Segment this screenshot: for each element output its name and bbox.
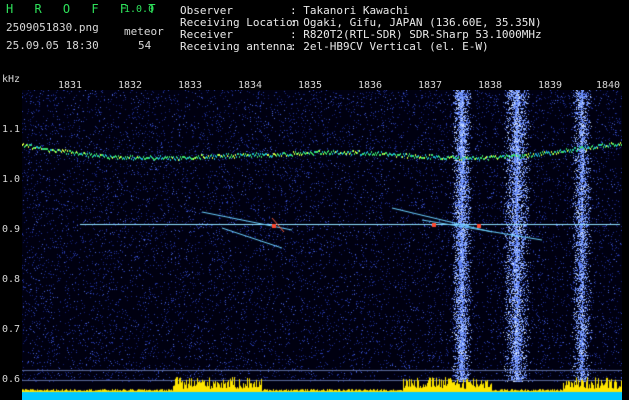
y-tick-label: 0.9 [2, 224, 21, 235]
app-version: 1.0.0 [124, 4, 155, 15]
y-tick-label: 0.6 [2, 374, 21, 385]
info-value-antenna: : 2el-HB9CV Vertical (el. E-W) [290, 40, 489, 53]
y-tick-label: 1.1 [2, 124, 21, 135]
meteor-label: meteor [124, 25, 164, 38]
spectrogram [22, 90, 622, 400]
y-tick-label: 1.0 [2, 174, 21, 185]
date-time: 25.09.05 18:30 [6, 39, 99, 52]
meteor-count: 54 [138, 39, 152, 52]
header: H R O F F T 1.0.0 2509051830.png meteor … [0, 0, 629, 72]
file-name: 2509051830.png [6, 21, 99, 34]
y-axis: kHz 1.1 1.0 0.9 0.8 0.7 0.6 [0, 72, 22, 400]
time-axis: 1831 1832 1833 1834 1835 1836 1837 1838 … [0, 72, 629, 91]
y-tick-label: 0.8 [2, 274, 21, 285]
y-tick-label: 0.7 [2, 324, 21, 335]
spectrogram-canvas [22, 90, 622, 400]
info-key-antenna: Receiving antenna [180, 40, 293, 53]
